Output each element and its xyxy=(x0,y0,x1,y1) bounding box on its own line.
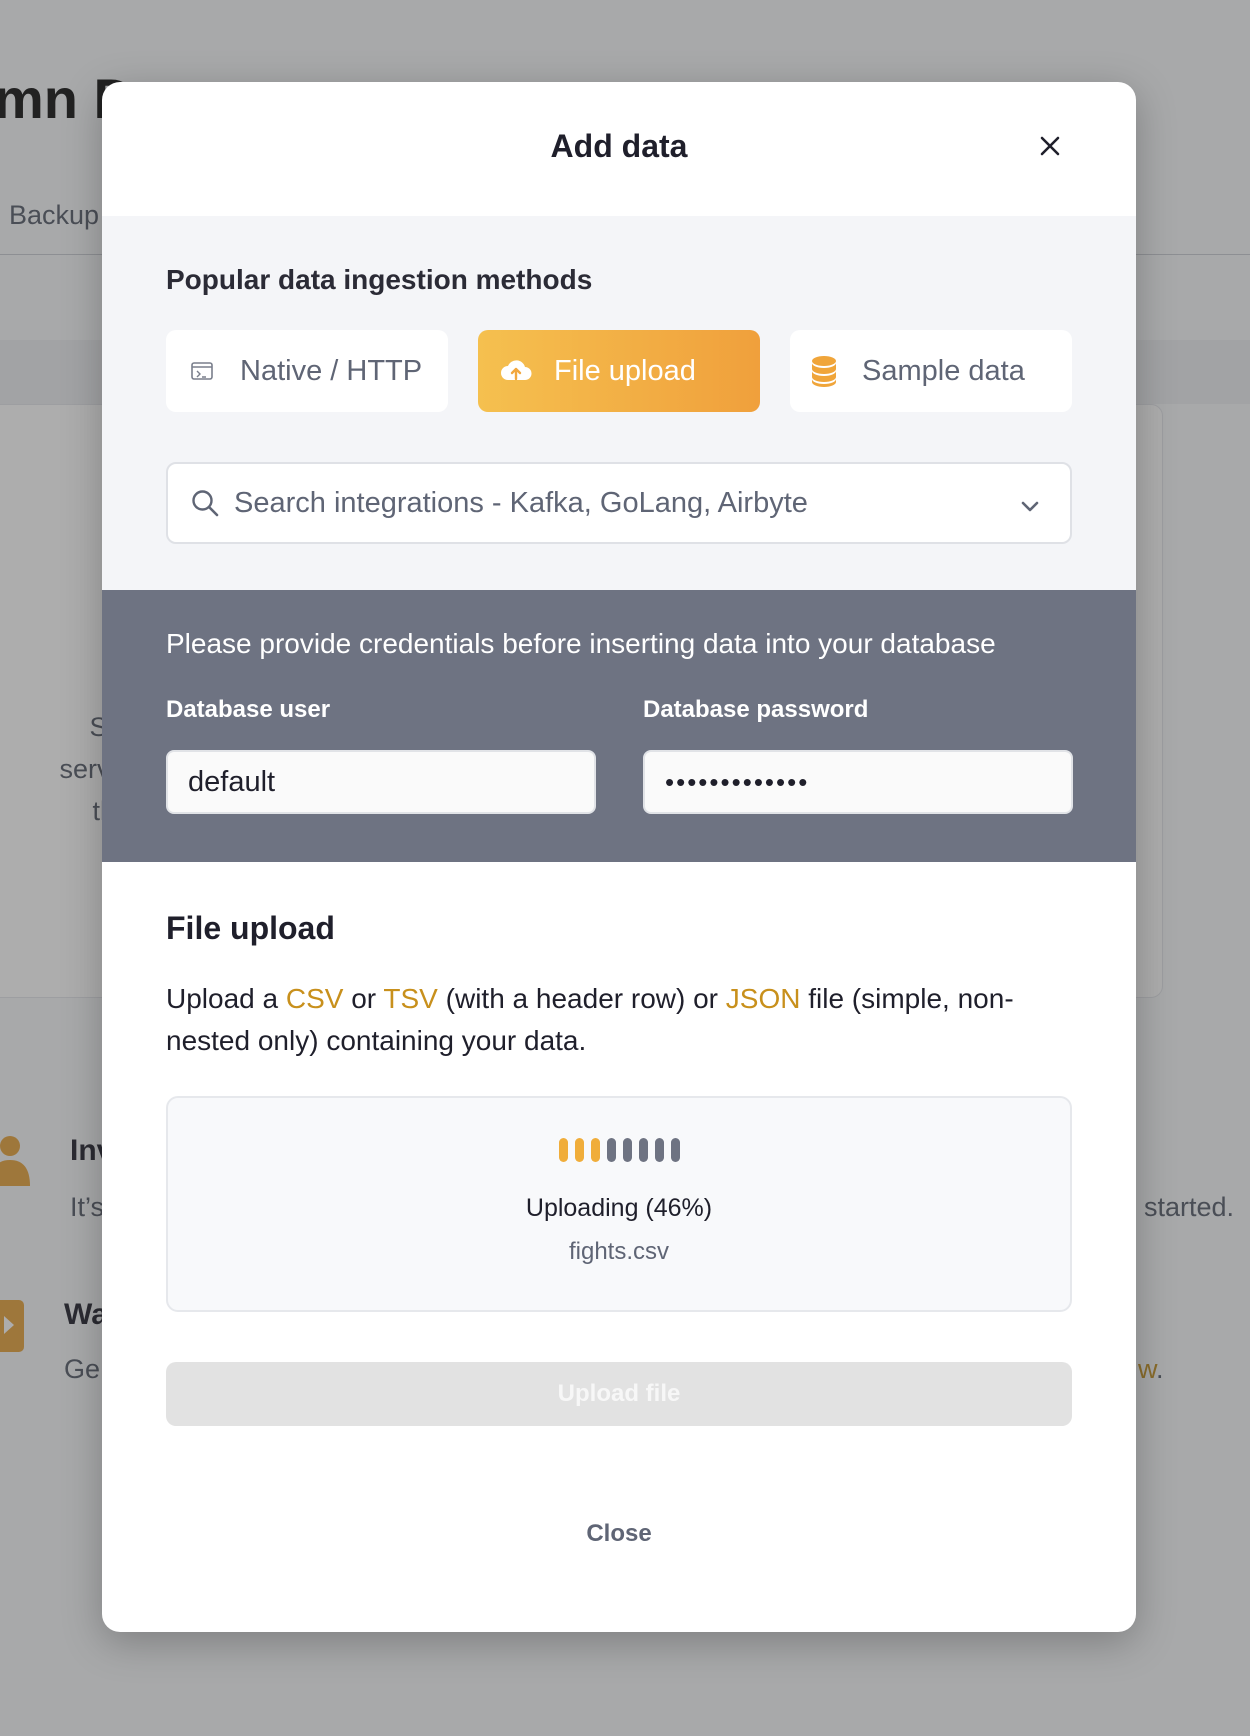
search-placeholder: Search integrations - Kafka, GoLang, Air… xyxy=(234,486,808,519)
upload-status: Uploading (46%) xyxy=(525,1194,713,1222)
database-icon xyxy=(808,355,840,387)
close-icon[interactable] xyxy=(1034,130,1066,162)
desc-text: (with a header row) or xyxy=(437,983,726,1014)
sample-data-label: Sample data xyxy=(862,354,1025,387)
search-integrations-input[interactable]: Search integrations - Kafka, GoLang, Air… xyxy=(166,462,1072,544)
credentials-message: Please provide credentials before insert… xyxy=(166,628,996,659)
file-upload-heading: File upload xyxy=(166,910,335,946)
database-user-field[interactable]: default xyxy=(166,750,596,814)
progress-segment xyxy=(590,1138,600,1162)
modal-header: Add data xyxy=(102,82,1136,216)
desc-text: Upload a xyxy=(166,983,286,1014)
json-link[interactable]: JSON xyxy=(726,983,801,1014)
native-http-label: Native / HTTP xyxy=(240,354,423,387)
database-user-value: default xyxy=(188,765,276,798)
desc-text: or xyxy=(343,983,384,1014)
add-data-modal: Add data Popular data ingestion methods … xyxy=(102,82,1136,1632)
file-upload-label: File upload xyxy=(554,354,696,387)
file-upload-button[interactable]: File upload xyxy=(478,330,760,412)
ingestion-methods-label: Popular data ingestion methods xyxy=(166,264,593,295)
upload-file-button[interactable]: Upload file xyxy=(166,1362,1072,1426)
progress-segment xyxy=(574,1138,584,1162)
native-http-button[interactable]: Native / HTTP xyxy=(166,330,448,412)
terminal-icon xyxy=(186,355,218,387)
database-password-value: ••••••••••••• xyxy=(665,766,810,797)
progress-segment xyxy=(654,1138,664,1162)
modal-title: Add data xyxy=(550,128,688,164)
database-password-label: Database password xyxy=(643,696,869,723)
sample-data-button[interactable]: Sample data xyxy=(790,330,1072,412)
csv-link[interactable]: CSV xyxy=(286,983,344,1014)
upload-filename: fights.csv xyxy=(568,1238,670,1265)
progress-segment xyxy=(558,1138,568,1162)
ingestion-methods-section: Popular data ingestion methods Native / … xyxy=(102,216,1136,590)
progress-segment xyxy=(670,1138,680,1162)
upload-progress-indicator xyxy=(168,1138,1070,1162)
cloud-upload-icon xyxy=(500,355,532,387)
database-user-label: Database user xyxy=(166,696,331,723)
credentials-section: Please provide credentials before insert… xyxy=(102,590,1136,862)
search-icon xyxy=(192,490,219,517)
file-upload-description: Upload a CSV or TSV (with a header row) … xyxy=(166,978,1072,1062)
progress-segment xyxy=(638,1138,648,1162)
close-button[interactable]: Close xyxy=(102,1520,1136,1548)
progress-segment xyxy=(606,1138,616,1162)
chevron-down-icon[interactable] xyxy=(1018,494,1042,518)
upload-dropzone[interactable]: Uploading (46%) fights.csv xyxy=(166,1096,1072,1312)
database-password-field[interactable]: ••••••••••••• xyxy=(643,750,1073,814)
tsv-link[interactable]: TSV xyxy=(383,983,437,1014)
progress-segment xyxy=(622,1138,632,1162)
